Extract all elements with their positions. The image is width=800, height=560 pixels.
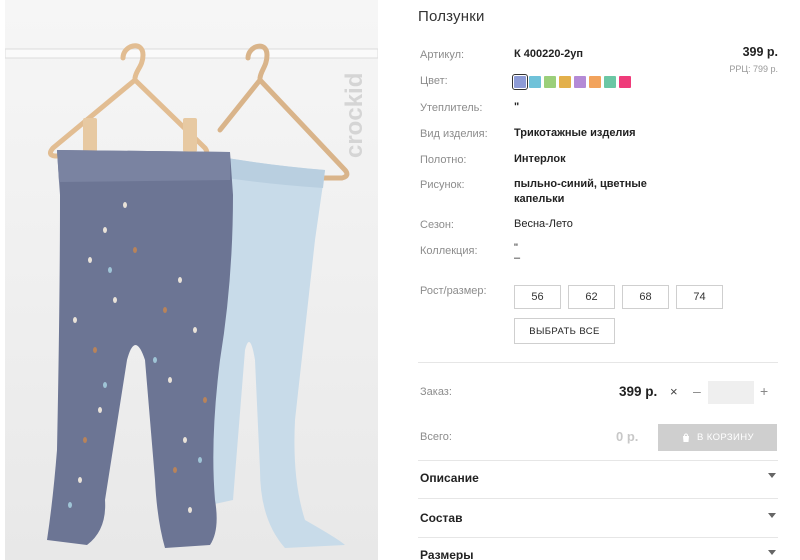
accordion-description-label: Описание (420, 471, 479, 485)
select-all-button[interactable]: ВЫБРАТЬ ВСЕ (514, 318, 615, 344)
order-label: Заказ: (420, 386, 452, 398)
insulation-label: Утеплитель: (420, 102, 483, 114)
chevron-down-icon (768, 550, 776, 555)
type-value: Трикотажные изделия (514, 127, 636, 139)
season-value: Весна-Лето (514, 218, 573, 230)
color-swatch[interactable] (619, 76, 631, 88)
decrement-button[interactable]: – (693, 383, 701, 399)
color-swatch[interactable] (604, 76, 616, 88)
collection-value-line2: – (514, 252, 521, 264)
accordion-description[interactable]: Описание (418, 471, 778, 491)
size-button-68[interactable]: 68 (622, 285, 669, 309)
accordion-composition-label: Состав (420, 511, 463, 525)
product-title: Ползунки (418, 8, 485, 25)
increment-button[interactable]: + (760, 383, 768, 399)
color-label: Цвет: (420, 75, 448, 87)
dusty-blue-pants (47, 150, 233, 548)
add-to-cart-button[interactable]: В КОРЗИНУ (658, 424, 777, 451)
hanger-rail (5, 48, 378, 59)
size-button-74[interactable]: 74 (676, 285, 723, 309)
size-button-56[interactable]: 56 (514, 285, 561, 309)
quantity-input[interactable] (708, 381, 754, 404)
clip-left (83, 118, 97, 152)
divider (418, 537, 778, 538)
order-price: 399 р. (619, 384, 658, 399)
accordion-sizes[interactable]: Размеры (418, 548, 778, 560)
pattern-label: Рисунок: (420, 179, 465, 191)
chevron-down-icon (768, 513, 776, 518)
product-illustration (5, 43, 378, 548)
fabric-value: Интерлок (514, 153, 566, 165)
color-swatch[interactable] (512, 74, 528, 90)
color-swatch[interactable] (589, 76, 601, 88)
divider (418, 498, 778, 499)
product-price: 399 р. (742, 45, 778, 59)
rrc-price: РРЦ: 799 р. (729, 64, 778, 74)
clip-right (183, 118, 197, 152)
total-label: Всего: (420, 431, 452, 443)
color-swatch[interactable] (529, 76, 541, 88)
size-options: 56 62 68 74 (514, 285, 723, 309)
accordion-composition[interactable]: Состав (418, 511, 778, 531)
article-label: Артикул: (420, 49, 465, 61)
insulation-value: " (514, 101, 520, 113)
pattern-value-line1: пыльно-синий, цветные (514, 178, 647, 190)
type-label: Вид изделия: (420, 128, 488, 140)
chevron-down-icon (768, 473, 776, 478)
color-swatch[interactable] (544, 76, 556, 88)
divider (418, 362, 778, 363)
cart-icon (683, 432, 689, 442)
collection-label: Коллекция: (420, 245, 478, 257)
color-swatches (512, 74, 631, 90)
pattern-value-line2: капельки (514, 193, 565, 205)
product-photo: crockid (5, 0, 378, 560)
remove-icon[interactable]: × (670, 384, 678, 399)
size-button-62[interactable]: 62 (568, 285, 615, 309)
brand-watermark: crockid (341, 18, 372, 158)
fabric-label: Полотно: (420, 154, 467, 166)
color-swatch[interactable] (559, 76, 571, 88)
divider (418, 460, 778, 461)
total-value: 0 р. (616, 429, 639, 444)
article-value: К 400220-2уп (514, 48, 584, 60)
add-to-cart-label: В КОРЗИНУ (697, 432, 754, 443)
svg-text:crockid: crockid (342, 73, 368, 158)
product-details: Ползунки Артикул: К 400220-2уп 399 р. РР… (418, 0, 800, 560)
back-hanger (212, 43, 350, 181)
accordion-sizes-label: Размеры (420, 548, 474, 560)
size-label: Рост/размер: (420, 285, 487, 297)
color-swatch[interactable] (574, 76, 586, 88)
season-label: Сезон: (420, 219, 454, 231)
